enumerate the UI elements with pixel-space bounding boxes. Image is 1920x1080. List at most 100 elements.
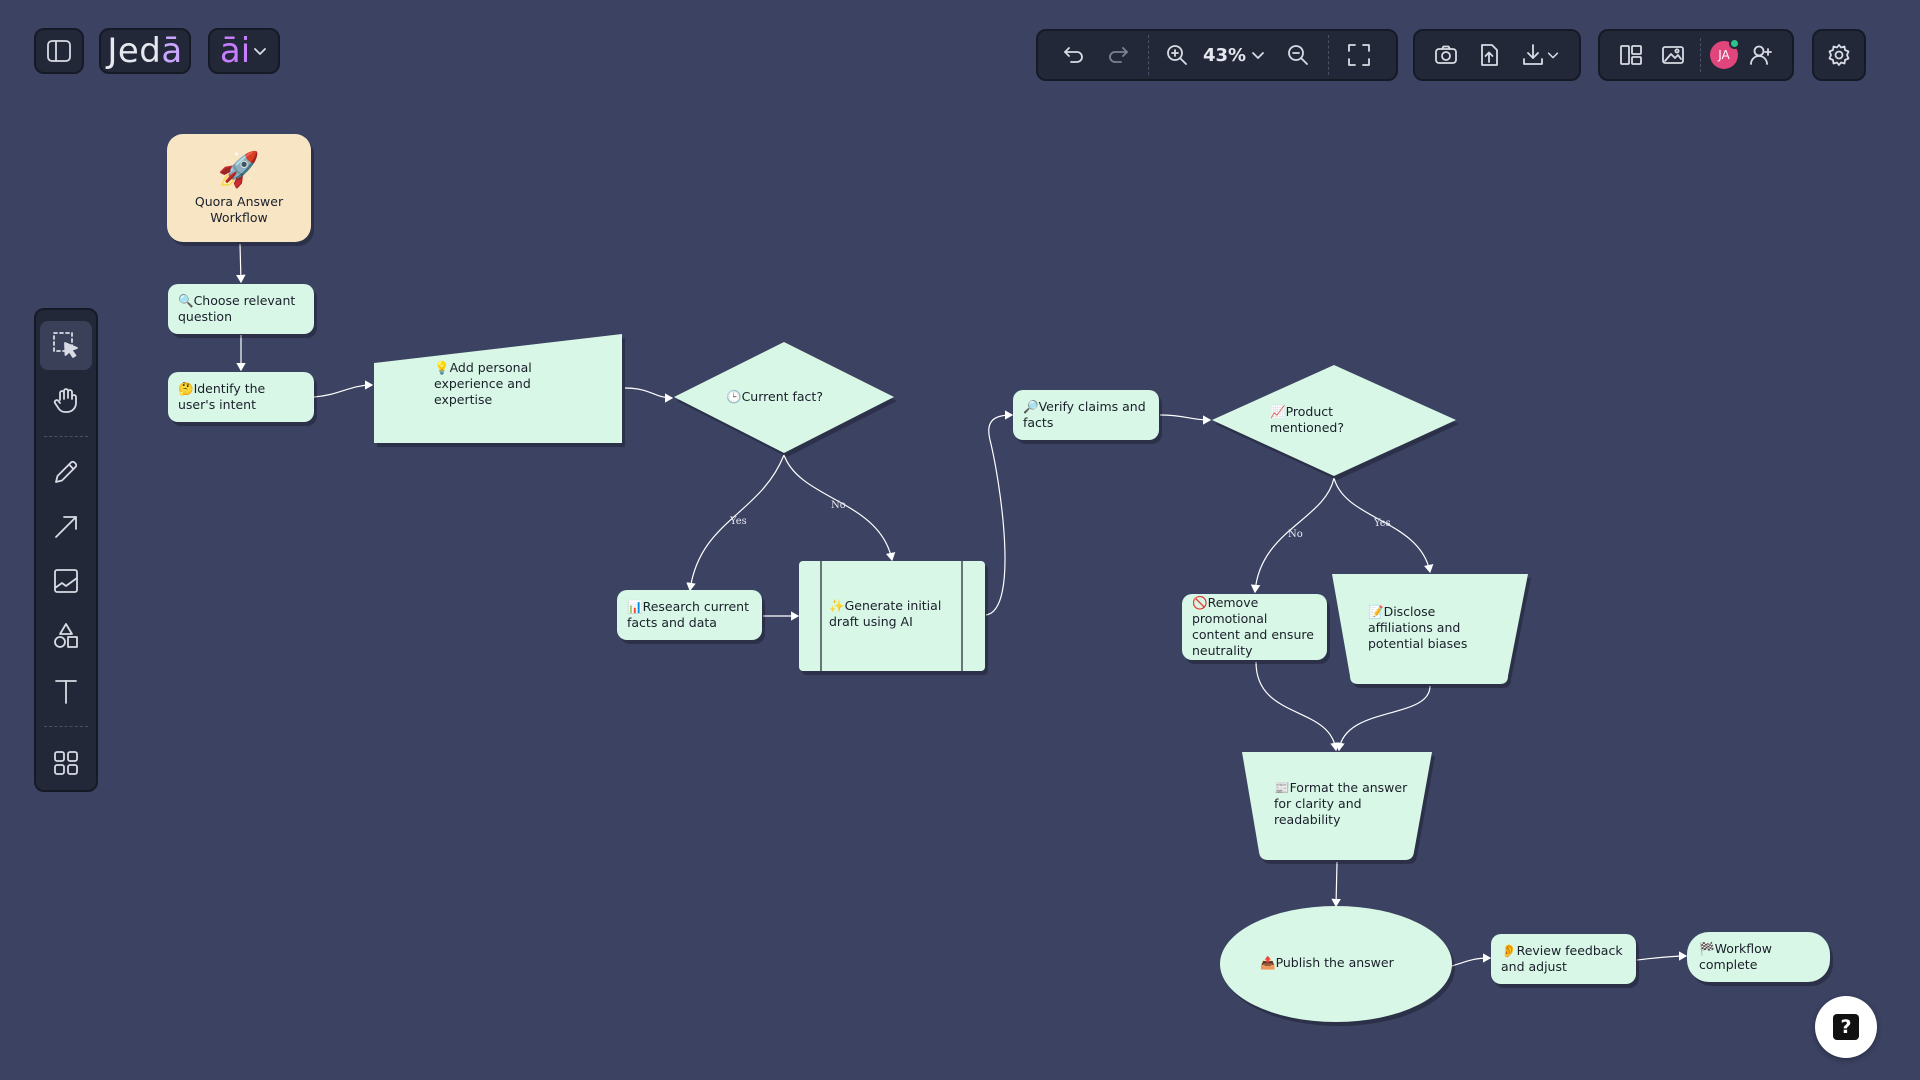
toolbar-divider	[1148, 35, 1149, 75]
start-node[interactable]: 🚀 Quora Answer Workflow	[167, 134, 311, 242]
edge-label-fact-yes: Yes	[730, 516, 747, 527]
edge-publish-to-review	[1451, 953, 1492, 967]
add-experience-label[interactable]: 💡Add personal experience and expertise	[434, 360, 554, 408]
layout-button[interactable]	[1610, 33, 1652, 77]
verify-claims-node[interactable]: 🔎Verify claims and facts	[1013, 390, 1159, 440]
sidebar-icon	[47, 40, 71, 62]
node-label: 🕒Current fact?	[726, 389, 823, 404]
image-tool[interactable]	[40, 557, 92, 606]
redo-button[interactable]	[1096, 33, 1140, 77]
avatar: JA	[1710, 38, 1740, 69]
arrow-icon	[55, 515, 77, 538]
shapes-tool[interactable]	[40, 612, 92, 661]
brand-text: Jed	[107, 31, 162, 71]
edge-disclose-to-format	[1335, 685, 1431, 752]
disclose-label[interactable]: 📝Disclose affiliations and potential bia…	[1368, 604, 1498, 652]
choose-question-node[interactable]: 🔍Choose relevant question	[168, 284, 314, 334]
node-label: 🤔Identify the user's intent	[178, 381, 266, 412]
history-zoom-toolbar: 43%	[1036, 29, 1398, 81]
edge-verify-to-product	[1159, 414, 1212, 425]
ai-menu-button[interactable]: āi	[208, 28, 280, 74]
product-mentioned-label[interactable]: 📈Product mentioned?	[1270, 404, 1370, 436]
edge-draft-to-verify	[985, 410, 1014, 616]
toolbar-divider	[1328, 35, 1330, 75]
edge-fact-yes	[686, 454, 785, 592]
undo-button[interactable]	[1052, 33, 1096, 77]
generate-draft-label[interactable]: ✨Generate initial draft using AI	[829, 598, 957, 630]
fullscreen-icon	[1348, 44, 1370, 66]
publish-label[interactable]: 📤Publish the answer	[1260, 955, 1420, 971]
tools-divider	[44, 726, 88, 728]
components-tool[interactable]	[40, 738, 92, 787]
node-label: 👂Review feedback and adjust	[1501, 943, 1623, 974]
shapes-icon	[54, 623, 78, 649]
edge-fact-no	[783, 454, 896, 562]
image-icon	[54, 569, 78, 594]
review-feedback-node[interactable]: 👂Review feedback and adjust	[1491, 934, 1636, 984]
fullscreen-button[interactable]	[1337, 33, 1381, 77]
export-toolbar	[1413, 29, 1581, 81]
whiteboard-canvas[interactable]: 🚀 Quora Answer Workflow 🔍Choose relevant…	[0, 0, 1920, 1080]
drawing-tools-palette	[34, 308, 98, 792]
tools-divider	[44, 435, 88, 437]
node-label: 📝Disclose affiliations and potential bia…	[1368, 604, 1468, 651]
hand-icon	[53, 388, 77, 414]
upload-button[interactable]	[1468, 33, 1511, 77]
add-user-button[interactable]	[1741, 33, 1781, 77]
ai-label: āi	[219, 31, 251, 71]
help-button[interactable]: ?	[1815, 996, 1877, 1058]
complete-node[interactable]: 🏁Workflow complete	[1687, 932, 1830, 982]
gear-icon	[1828, 44, 1850, 66]
edge-label-fact-no: No	[831, 500, 846, 511]
zoom-level-dropdown[interactable]: 43%	[1197, 33, 1266, 77]
node-label: 💡Add personal experience and expertise	[434, 360, 532, 407]
zoom-level: 43%	[1203, 44, 1247, 66]
edge-review-to-complete	[1636, 951, 1688, 961]
avatar-initials: JA	[1718, 48, 1730, 62]
edge-label-product-no: No	[1288, 529, 1303, 540]
pencil-icon	[55, 460, 78, 483]
zoom-out-icon	[1288, 45, 1308, 65]
zoom-in-icon	[1167, 45, 1187, 65]
screenshot-button[interactable]	[1425, 33, 1468, 77]
node-label: ✨Generate initial draft using AI	[829, 598, 942, 629]
download-button[interactable]	[1511, 33, 1569, 77]
arrow-tool[interactable]	[40, 502, 92, 551]
image-ai-button[interactable]	[1652, 33, 1694, 77]
zoom-out-button[interactable]	[1276, 33, 1320, 77]
edge-start-to-choose	[236, 243, 246, 284]
chevron-down-icon	[1547, 52, 1558, 59]
edge-identify-to-experience	[313, 380, 374, 398]
node-label: 📰Format the answer for clarity and reada…	[1274, 780, 1408, 827]
edge-label-product-yes: Yes	[1374, 518, 1391, 529]
node-label: 📊Research current facts and data	[627, 599, 749, 630]
settings-button[interactable]	[1812, 29, 1866, 81]
edge-remove-to-format	[1255, 661, 1340, 752]
node-label: 🏁Workflow complete	[1699, 941, 1772, 972]
select-tool[interactable]	[40, 321, 92, 370]
hand-tool[interactable]	[40, 376, 92, 425]
share-toolbar: JA	[1598, 29, 1794, 81]
sidebar-toggle-button[interactable]	[34, 28, 84, 74]
node-label: 🔎Verify claims and facts	[1023, 399, 1146, 430]
zoom-in-button[interactable]	[1157, 33, 1197, 77]
rocket-icon: 🚀	[217, 150, 261, 190]
user-avatar[interactable]: JA	[1707, 33, 1741, 77]
chevron-down-icon	[1252, 52, 1264, 59]
remove-promo-node[interactable]: 🚫Remove promotional content and ensure n…	[1182, 594, 1327, 660]
text-tool[interactable]	[40, 667, 92, 716]
download-icon	[1522, 44, 1543, 65]
layout-icon	[1620, 45, 1642, 65]
pencil-tool[interactable]	[40, 448, 92, 497]
current-fact-label[interactable]: 🕒Current fact?	[726, 389, 846, 405]
research-facts-node[interactable]: 📊Research current facts and data	[617, 590, 762, 640]
toolbar-divider	[1700, 38, 1701, 72]
start-label: Quora Answer Workflow	[194, 194, 284, 225]
grid-icon	[54, 750, 78, 775]
node-label: 🔍Choose relevant question	[178, 293, 296, 324]
upload-icon	[1481, 44, 1499, 66]
node-label: 🚫Remove promotional content and ensure n…	[1192, 595, 1314, 658]
brand-logo[interactable]: Jed ā	[99, 28, 191, 74]
identify-intent-node[interactable]: 🤔Identify the user's intent	[168, 372, 314, 422]
format-answer-label[interactable]: 📰Format the answer for clarity and reada…	[1274, 780, 1410, 828]
